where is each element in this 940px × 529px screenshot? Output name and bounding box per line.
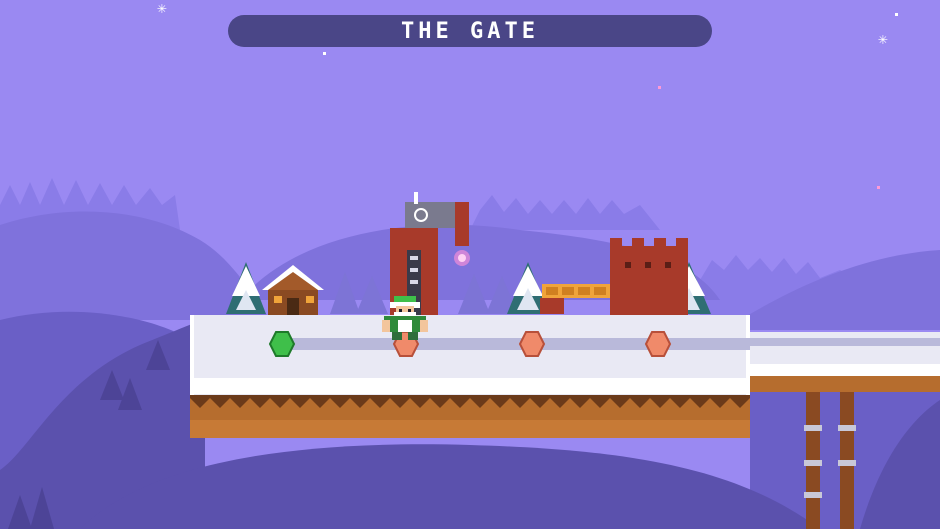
- main-plateau: [190, 315, 750, 438]
- orange-diamond-icon: [644, 331, 672, 357]
- svg-text:✳: ✳: [878, 29, 888, 48]
- level-node-3[interactable]: [518, 331, 546, 357]
- svg-text:✳: ✳: [157, 0, 167, 17]
- level-title: THE GATE: [401, 18, 539, 44]
- orange-diamond-icon: [518, 331, 546, 357]
- green-diamond-icon: [268, 331, 296, 357]
- level-node-1[interactable]: [268, 331, 296, 357]
- world-map-scene: ✳ ✳ ✳ ✳ ✳ ✳: [0, 0, 940, 529]
- level-path: [282, 338, 750, 350]
- level-node-4[interactable]: [644, 331, 672, 357]
- level-title-bar: THE GATE: [228, 15, 712, 47]
